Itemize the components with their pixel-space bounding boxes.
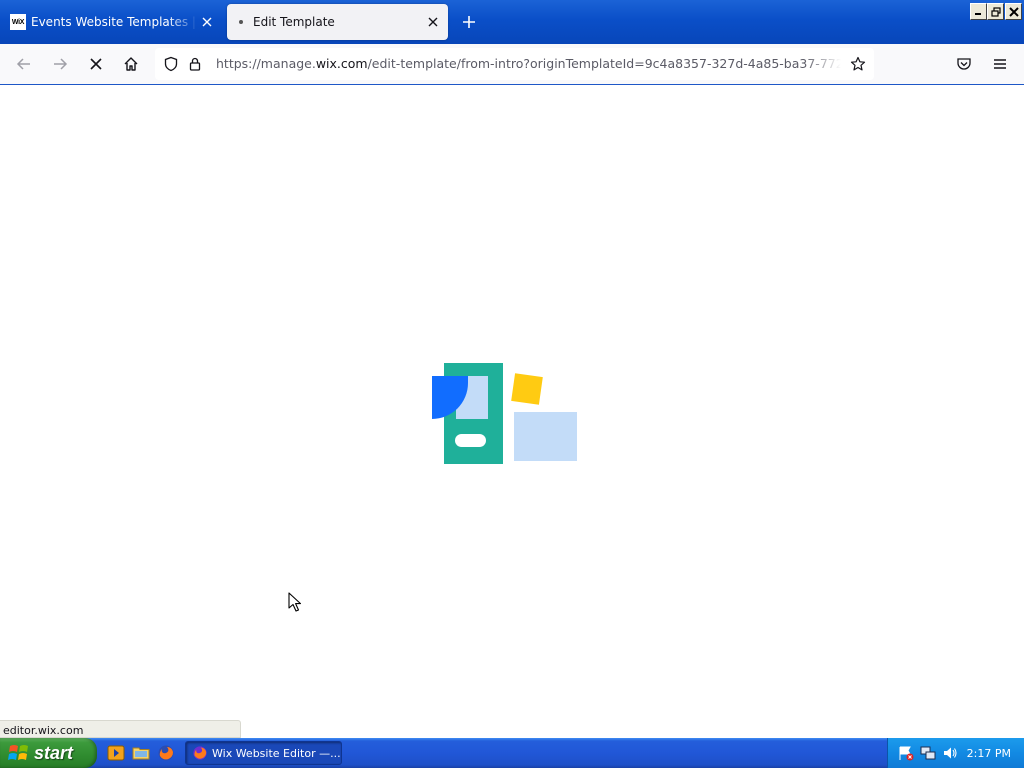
- loader-pill: [455, 434, 486, 447]
- loading-indicator-icon: [239, 20, 243, 24]
- restore-button[interactable]: [987, 3, 1004, 20]
- windows-logo-icon: [8, 745, 28, 760]
- loader-light-rect: [514, 412, 577, 461]
- status-bar-link: editor.wix.com: [0, 720, 241, 738]
- wix-favicon: WiX: [10, 14, 26, 30]
- url-text[interactable]: https://manage.wix.com/edit-template/fro…: [216, 56, 841, 71]
- loader-yellow-square: [511, 373, 543, 405]
- home-icon: [124, 57, 138, 71]
- firefox-quicklaunch-icon[interactable]: [157, 744, 175, 762]
- close-window-button[interactable]: [1005, 3, 1022, 20]
- forward-button[interactable]: [48, 52, 72, 76]
- forward-arrow-icon: [54, 58, 68, 70]
- app-menu-button[interactable]: [988, 52, 1012, 76]
- start-label: start: [34, 742, 74, 763]
- url-prefix: https://manage.: [216, 56, 316, 71]
- system-tray: 2:17 PM: [887, 738, 1024, 768]
- restore-icon: [990, 6, 1001, 17]
- media-player-icon[interactable]: [107, 744, 125, 762]
- firefox-icon: [193, 746, 207, 760]
- pocket-icon: [957, 58, 971, 70]
- close-icon: [1008, 6, 1019, 17]
- page-content: [0, 85, 1024, 737]
- stop-loading-button[interactable]: [84, 52, 108, 76]
- minimize-button[interactable]: [970, 3, 987, 20]
- wix-editor-loading-icon: [432, 363, 577, 464]
- network-icon[interactable]: [920, 745, 936, 761]
- back-arrow-icon: [16, 58, 30, 70]
- lock-icon[interactable]: [183, 52, 207, 76]
- windows-taskbar: start Wix Website Editor —... 2:17 PM: [0, 738, 1024, 768]
- close-tab-icon[interactable]: [198, 13, 216, 31]
- stop-icon: [90, 58, 102, 70]
- security-alert-icon[interactable]: [898, 745, 914, 761]
- mouse-pointer-icon: [288, 592, 302, 612]
- new-tab-button[interactable]: [459, 12, 479, 32]
- close-tab-icon[interactable]: [424, 13, 442, 31]
- pocket-button[interactable]: [952, 52, 976, 76]
- url-domain: wix.com: [315, 56, 368, 71]
- system-clock: 2:17 PM: [966, 746, 1011, 760]
- start-button[interactable]: start: [0, 738, 97, 768]
- tab-strip: WiX Events Website Templates | Wix.com E…: [0, 0, 1024, 44]
- tab-events-templates[interactable]: WiX Events Website Templates | Wix.com: [4, 4, 222, 40]
- file-explorer-icon[interactable]: [132, 744, 150, 762]
- tab-title: Edit Template: [253, 15, 335, 29]
- address-bar[interactable]: https://manage.wix.com/edit-template/fro…: [155, 48, 874, 80]
- home-button[interactable]: [119, 52, 143, 76]
- back-button[interactable]: [12, 52, 36, 76]
- url-path: /edit-template/from-intro?originTemplate…: [367, 56, 841, 71]
- tracking-protection-shield-icon[interactable]: [159, 52, 183, 76]
- plus-icon: [463, 16, 475, 28]
- tab-edit-template[interactable]: Edit Template: [227, 4, 448, 40]
- volume-icon[interactable]: [942, 745, 958, 761]
- tab-title: Events Website Templates | Wix.com: [31, 15, 198, 29]
- bookmark-star-icon[interactable]: [846, 52, 870, 76]
- hamburger-menu-icon: [994, 59, 1006, 69]
- navigation-toolbar: https://manage.wix.com/edit-template/fro…: [0, 44, 1024, 85]
- taskbar-window-button[interactable]: Wix Website Editor —...: [185, 741, 342, 765]
- taskbar-window-label: Wix Website Editor —...: [212, 746, 341, 760]
- minimize-icon: [975, 13, 981, 15]
